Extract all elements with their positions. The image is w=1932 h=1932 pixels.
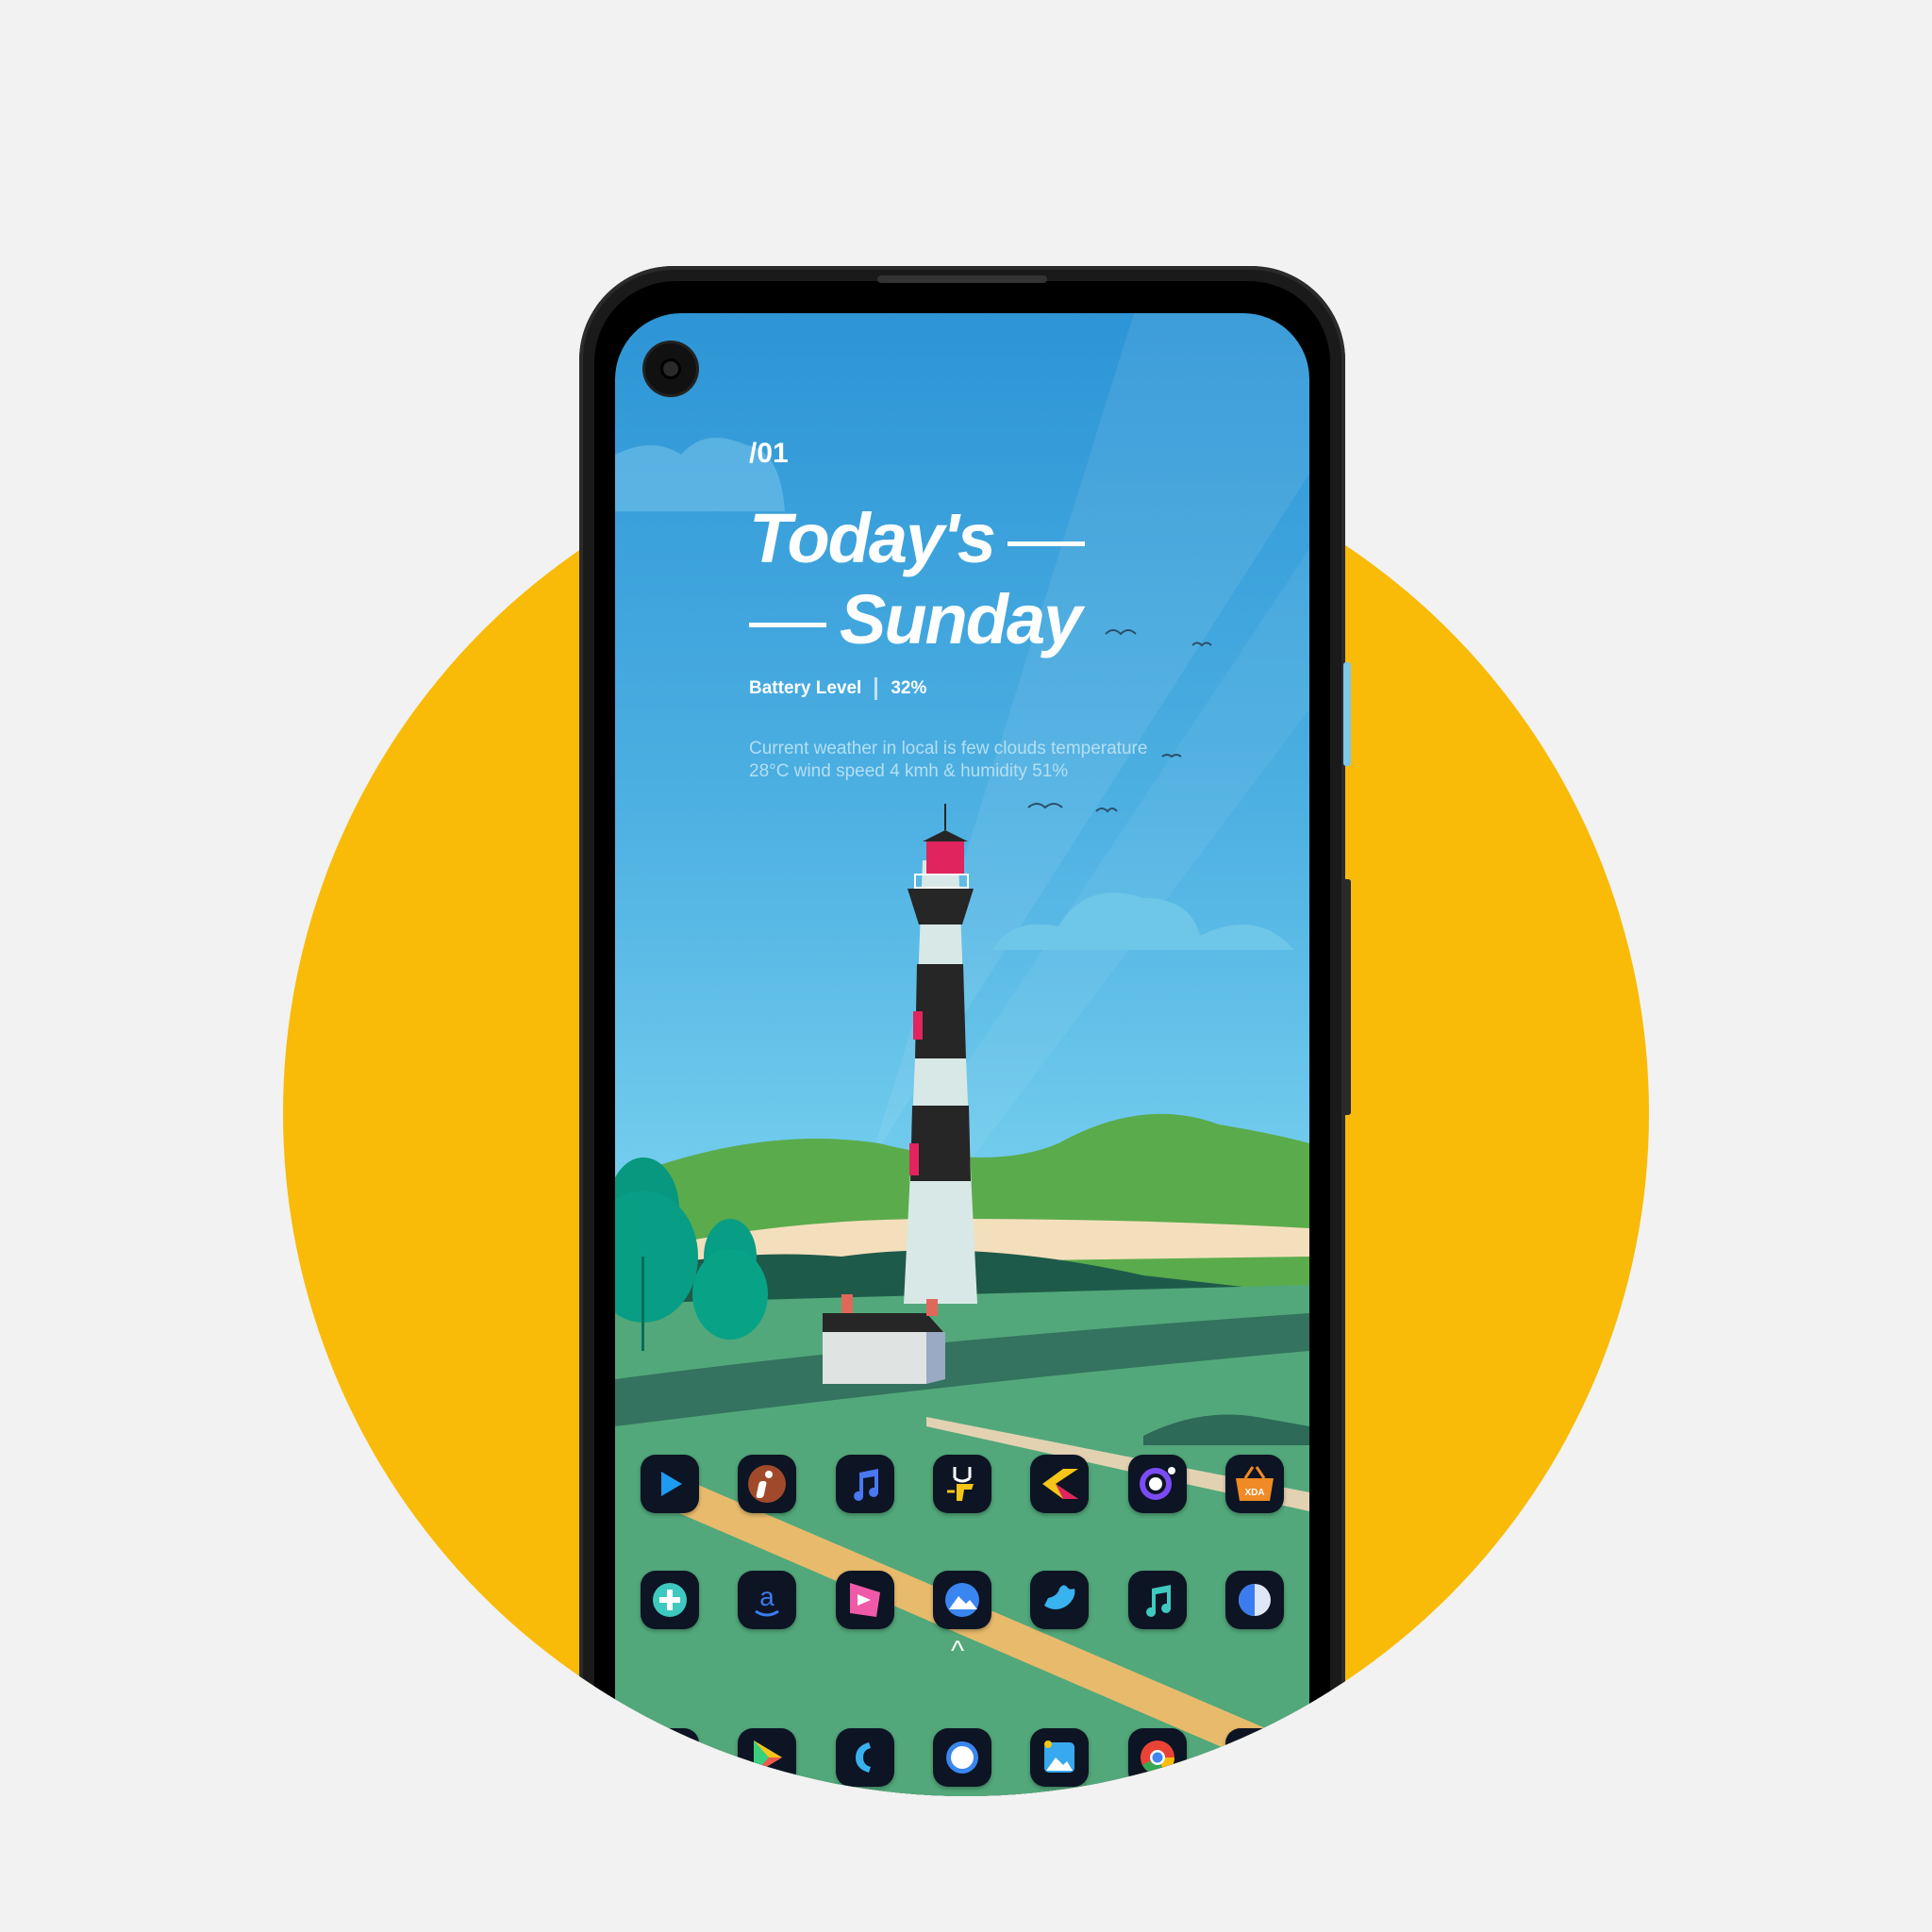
home-screen-top: /01 Today's Sunday Battery Level 32% Curr… bbox=[615, 313, 1309, 1038]
house-roof bbox=[823, 1313, 943, 1332]
app-gallery[interactable] bbox=[932, 1571, 991, 1629]
arrow-icon bbox=[1042, 1469, 1079, 1499]
slides-icon bbox=[849, 1583, 880, 1617]
dash-decoration bbox=[1007, 541, 1085, 546]
app-messages[interactable] bbox=[932, 1728, 991, 1787]
app-keep[interactable] bbox=[1030, 1455, 1090, 1513]
app-phone[interactable] bbox=[835, 1728, 894, 1787]
phone-icon bbox=[855, 1742, 871, 1773]
battery-widget: Battery Level 32% bbox=[749, 677, 926, 700]
day-label: Sunday bbox=[840, 580, 1082, 658]
battery-label: Battery Level bbox=[749, 678, 862, 699]
lighthouse-lamp bbox=[926, 841, 964, 874]
lighthouse-window bbox=[909, 1143, 919, 1175]
lighthouse-window bbox=[913, 1011, 923, 1038]
app-video-player[interactable] bbox=[640, 1455, 699, 1513]
power-button bbox=[1343, 879, 1351, 1038]
xda-badge: XDA bbox=[1245, 1488, 1265, 1498]
app-information[interactable] bbox=[738, 1455, 797, 1513]
app-row-2: a bbox=[615, 1571, 1309, 1629]
side-button bbox=[1343, 662, 1351, 766]
pay-icon bbox=[1239, 1584, 1272, 1616]
bag-icon bbox=[654, 1744, 685, 1773]
app-fitness[interactable] bbox=[932, 1455, 991, 1513]
front-camera bbox=[645, 343, 696, 394]
play-icon bbox=[660, 1472, 682, 1496]
app-music-player[interactable] bbox=[1127, 1571, 1187, 1629]
music-note-icon bbox=[853, 1469, 878, 1501]
info-icon bbox=[748, 1465, 787, 1503]
lighthouse-stripe bbox=[915, 964, 966, 1038]
dock-row bbox=[615, 1728, 1309, 1787]
house bbox=[823, 1332, 926, 1384]
tree-trunk bbox=[641, 1257, 644, 1351]
app-twitter[interactable] bbox=[1030, 1571, 1090, 1629]
mountain-icon bbox=[944, 1583, 979, 1617]
app-drawer-chevron[interactable]: ^ bbox=[951, 1636, 964, 1668]
amazon-glyph: a bbox=[759, 1582, 774, 1611]
widget-title-line1: Today's bbox=[749, 498, 1098, 578]
bird bbox=[1095, 808, 1118, 813]
app-pay[interactable] bbox=[1225, 1571, 1285, 1629]
fitness-icon bbox=[946, 1467, 974, 1501]
lighthouse-tower bbox=[904, 1191, 977, 1304]
play-store-icon bbox=[754, 1740, 783, 1774]
app-whatsapp[interactable] bbox=[1225, 1728, 1285, 1787]
today-label: Today's bbox=[749, 499, 996, 577]
phone-top-outside-circle: /01 Today's Sunday Battery Level 32% Curr… bbox=[0, 0, 1932, 1038]
camera-lens-icon bbox=[1139, 1467, 1175, 1500]
app-add[interactable] bbox=[640, 1571, 699, 1629]
lighthouse-stripe bbox=[910, 1106, 971, 1181]
chrome-icon bbox=[1140, 1740, 1174, 1774]
cloud bbox=[992, 892, 1294, 950]
phone-device-top: /01 Today's Sunday Battery Level 32% Curr… bbox=[579, 266, 1351, 1038]
basket-icon: XDA bbox=[1236, 1466, 1274, 1501]
page-index: /01 bbox=[749, 438, 789, 469]
app-xda[interactable]: XDA bbox=[1225, 1455, 1285, 1513]
plus-icon bbox=[652, 1583, 687, 1617]
separator bbox=[874, 677, 878, 700]
image-icon bbox=[1044, 1740, 1075, 1773]
app-camera[interactable] bbox=[1127, 1455, 1187, 1513]
app-row-1: XDA bbox=[615, 1455, 1309, 1513]
lighthouse-wallpaper-top bbox=[615, 313, 1309, 1038]
house-side bbox=[926, 1332, 945, 1384]
app-slides[interactable] bbox=[835, 1571, 894, 1629]
message-icon bbox=[945, 1741, 978, 1774]
bird-icon bbox=[1044, 1585, 1075, 1609]
chimney bbox=[926, 1299, 938, 1316]
lighthouse-gallery bbox=[908, 889, 974, 924]
earpiece-speaker bbox=[877, 275, 1047, 283]
app-photos[interactable] bbox=[1030, 1728, 1090, 1787]
app-play-store[interactable] bbox=[738, 1728, 797, 1787]
dash-decoration bbox=[749, 622, 826, 627]
widget-title-line2: Sunday bbox=[749, 579, 1082, 659]
amazon-icon: a bbox=[755, 1582, 779, 1617]
music-note-icon bbox=[1145, 1585, 1171, 1617]
weather-text: Current weather in local is few clouds t… bbox=[749, 739, 1148, 781]
battery-value: 32% bbox=[891, 678, 927, 699]
app-chrome[interactable] bbox=[1127, 1728, 1187, 1787]
whatsapp-icon bbox=[1238, 1740, 1273, 1774]
app-amazon[interactable]: a bbox=[738, 1571, 797, 1629]
app-store[interactable] bbox=[640, 1728, 699, 1787]
app-music[interactable] bbox=[835, 1455, 894, 1513]
tree bbox=[692, 1249, 768, 1340]
lighthouse-roof bbox=[923, 830, 968, 841]
chimney bbox=[841, 1294, 853, 1313]
